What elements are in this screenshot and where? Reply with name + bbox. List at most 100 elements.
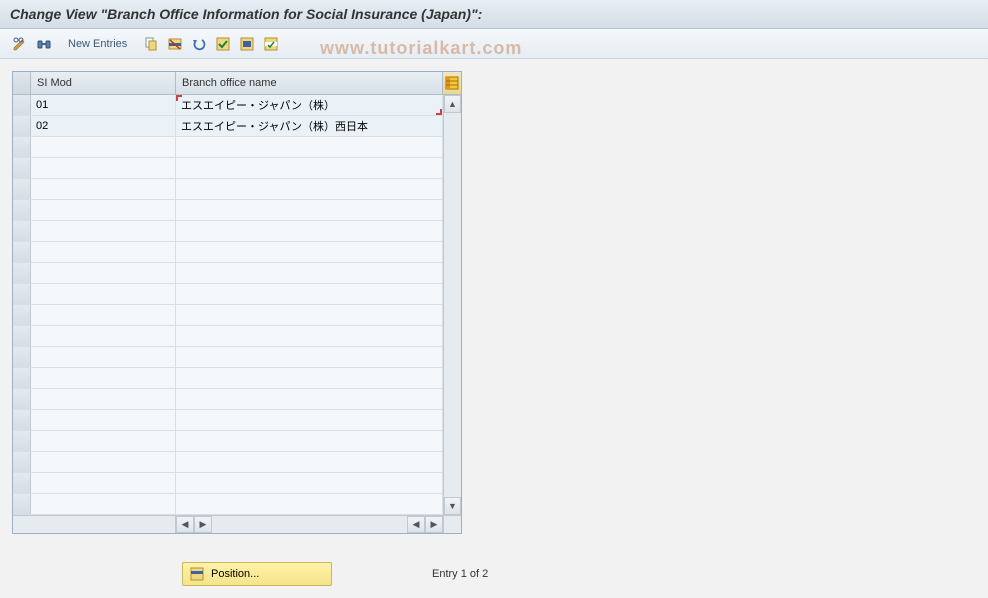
cell-simod[interactable] bbox=[31, 221, 176, 241]
cell-branch[interactable] bbox=[176, 263, 443, 283]
cell-simod[interactable] bbox=[31, 473, 176, 493]
cell-branch[interactable] bbox=[176, 200, 443, 220]
cell-simod[interactable] bbox=[31, 284, 176, 304]
cell-simod[interactable] bbox=[31, 200, 176, 220]
cell-simod[interactable] bbox=[31, 137, 176, 157]
cell-branch[interactable] bbox=[176, 326, 443, 346]
toolbar: New Entries bbox=[0, 29, 988, 59]
delete-button[interactable] bbox=[165, 34, 185, 54]
cell-branch[interactable]: エスエイピー・ジャパン（株） bbox=[176, 95, 443, 115]
row-selector[interactable] bbox=[13, 326, 31, 346]
horizontal-scrollbar[interactable]: ◀ ▶ ◀ ▶ bbox=[176, 516, 443, 533]
scroll-down-button[interactable]: ▼ bbox=[444, 497, 461, 515]
row-selector[interactable] bbox=[13, 95, 31, 115]
scroll-up-button[interactable]: ▲ bbox=[444, 95, 461, 113]
hscroll-track[interactable] bbox=[212, 516, 407, 533]
table-row bbox=[13, 452, 443, 473]
delete-row-icon bbox=[167, 36, 183, 52]
row-selector[interactable] bbox=[13, 137, 31, 157]
triangle-up-icon: ▲ bbox=[448, 99, 457, 109]
scroll-left2-button[interactable]: ▶ bbox=[194, 516, 212, 533]
cell-simod[interactable] bbox=[31, 452, 176, 472]
column-header-branch[interactable]: Branch office name bbox=[176, 72, 443, 94]
table-row bbox=[13, 242, 443, 263]
table-row bbox=[13, 473, 443, 494]
cell-branch[interactable] bbox=[176, 410, 443, 430]
table-row bbox=[13, 305, 443, 326]
table-row bbox=[13, 221, 443, 242]
cell-simod[interactable] bbox=[31, 158, 176, 178]
table-row bbox=[13, 263, 443, 284]
cell-branch[interactable] bbox=[176, 431, 443, 451]
deselect-icon bbox=[263, 36, 279, 52]
undo-button[interactable] bbox=[189, 34, 209, 54]
cell-simod[interactable] bbox=[31, 242, 176, 262]
cell-branch[interactable] bbox=[176, 221, 443, 241]
row-selector[interactable] bbox=[13, 305, 31, 325]
cell-branch[interactable] bbox=[176, 284, 443, 304]
deselect-all-button[interactable] bbox=[261, 34, 281, 54]
row-selector[interactable] bbox=[13, 200, 31, 220]
cell-branch[interactable] bbox=[176, 242, 443, 262]
vscroll-track[interactable] bbox=[444, 113, 461, 497]
row-selector[interactable] bbox=[13, 263, 31, 283]
cell-simod[interactable] bbox=[31, 179, 176, 199]
cell-simod[interactable] bbox=[31, 368, 176, 388]
toggle-display-change-button[interactable] bbox=[10, 34, 30, 54]
cell-simod[interactable]: 01 bbox=[31, 95, 176, 115]
table-config-button[interactable] bbox=[443, 72, 461, 94]
cell-simod[interactable] bbox=[31, 305, 176, 325]
column-header-simod[interactable]: SI Mod bbox=[31, 72, 176, 94]
position-button[interactable]: Position... bbox=[182, 562, 332, 586]
cell-simod[interactable] bbox=[31, 494, 176, 514]
cell-simod[interactable]: 02 bbox=[31, 116, 176, 136]
other-view-button[interactable] bbox=[34, 34, 54, 54]
row-selector[interactable] bbox=[13, 116, 31, 136]
horizontal-scrollbar-row: ◀ ▶ ◀ ▶ bbox=[13, 515, 461, 533]
cell-branch[interactable] bbox=[176, 389, 443, 409]
cell-branch[interactable] bbox=[176, 179, 443, 199]
cell-simod[interactable] bbox=[31, 326, 176, 346]
copy-as-button[interactable] bbox=[141, 34, 161, 54]
cell-branch[interactable] bbox=[176, 158, 443, 178]
select-block-button[interactable] bbox=[237, 34, 257, 54]
triangle-down-icon: ▼ bbox=[448, 501, 457, 511]
cell-branch[interactable] bbox=[176, 494, 443, 514]
select-all-button[interactable] bbox=[213, 34, 233, 54]
row-selector[interactable] bbox=[13, 368, 31, 388]
cell-branch[interactable] bbox=[176, 368, 443, 388]
row-selector[interactable] bbox=[13, 242, 31, 262]
cell-branch[interactable]: エスエイピー・ジャパン（株）西日本 bbox=[176, 116, 443, 136]
cell-simod[interactable] bbox=[31, 410, 176, 430]
row-selector[interactable] bbox=[13, 284, 31, 304]
row-selector[interactable] bbox=[13, 410, 31, 430]
cell-simod[interactable] bbox=[31, 431, 176, 451]
triangle-left-icon: ◀ bbox=[413, 519, 420, 530]
cell-branch[interactable] bbox=[176, 473, 443, 493]
scroll-left-button[interactable]: ◀ bbox=[176, 516, 194, 533]
cell-branch[interactable] bbox=[176, 137, 443, 157]
row-selector[interactable] bbox=[13, 389, 31, 409]
cell-branch[interactable] bbox=[176, 452, 443, 472]
row-selector[interactable] bbox=[13, 158, 31, 178]
row-selector[interactable] bbox=[13, 221, 31, 241]
row-selector[interactable] bbox=[13, 347, 31, 367]
cell-simod[interactable] bbox=[31, 347, 176, 367]
row-selector[interactable] bbox=[13, 431, 31, 451]
row-selector[interactable] bbox=[13, 473, 31, 493]
new-entries-button[interactable]: New Entries bbox=[62, 36, 133, 52]
table-row: 01エスエイピー・ジャパン（株） bbox=[13, 95, 443, 116]
row-selector[interactable] bbox=[13, 452, 31, 472]
scroll-right-button[interactable]: ▶ bbox=[425, 516, 443, 533]
vertical-scrollbar[interactable]: ▲ ▼ bbox=[443, 95, 461, 515]
row-selector[interactable] bbox=[13, 494, 31, 514]
cell-branch[interactable] bbox=[176, 347, 443, 367]
scroll-right2-button[interactable]: ◀ bbox=[407, 516, 425, 533]
table-row bbox=[13, 284, 443, 305]
cell-simod[interactable] bbox=[31, 389, 176, 409]
cell-branch[interactable] bbox=[176, 305, 443, 325]
position-button-label: Position... bbox=[211, 568, 259, 580]
header-selector-cell[interactable] bbox=[13, 72, 31, 94]
row-selector[interactable] bbox=[13, 179, 31, 199]
cell-simod[interactable] bbox=[31, 263, 176, 283]
